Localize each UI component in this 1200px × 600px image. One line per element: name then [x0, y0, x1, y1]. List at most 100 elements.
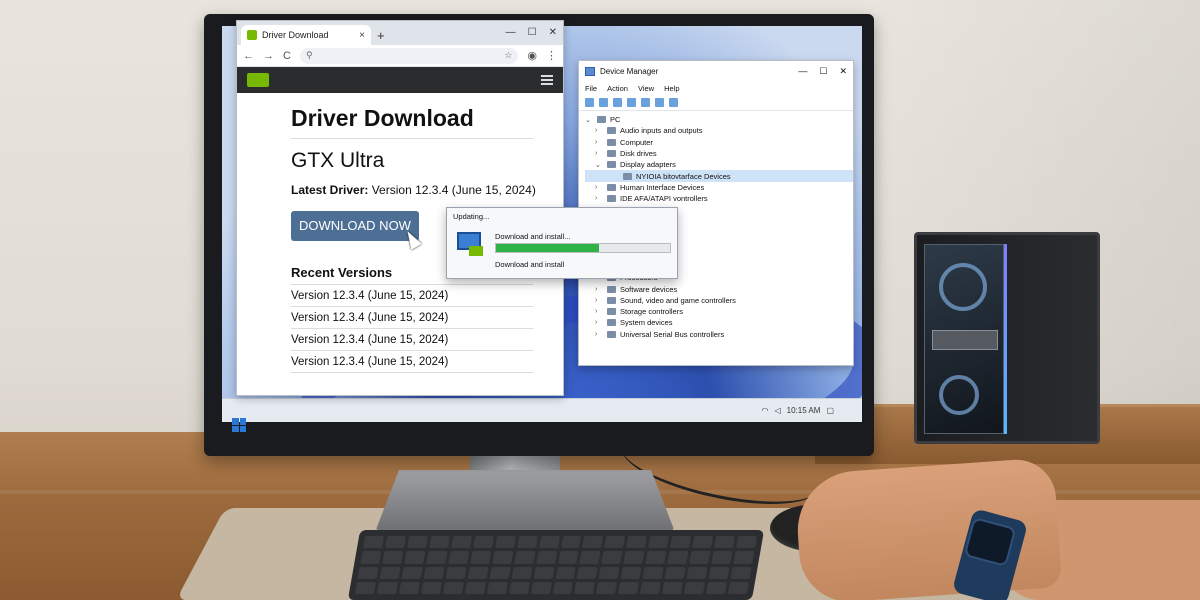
close-button[interactable]: ✕ — [549, 27, 557, 38]
latest-driver-label: Latest Driver: — [291, 183, 369, 197]
gpu-icon — [469, 246, 483, 256]
key — [601, 551, 623, 564]
expand-arrow-icon[interactable]: › — [595, 139, 603, 146]
key — [626, 536, 648, 549]
minimize-button[interactable]: — — [798, 66, 807, 77]
star-icon[interactable]: ☆ — [504, 50, 512, 61]
hamburger-menu-icon[interactable] — [541, 75, 553, 85]
expand-arrow-icon[interactable]: › — [595, 297, 603, 304]
tree-node[interactable]: › IDE AFA/ATAPI vontrollers — [585, 193, 853, 204]
wifi-icon[interactable]: ◠ — [761, 406, 768, 415]
key — [686, 566, 708, 579]
expand-arrow-icon[interactable]: › — [595, 184, 603, 191]
taskbar: ◠ ◁ 10:15 AM ▢ — [222, 398, 862, 422]
collapse-arrow-icon[interactable]: ⌄ — [585, 116, 593, 124]
key — [582, 536, 604, 549]
key — [486, 581, 508, 594]
tab-strip: Driver Download × + — ☐ ✕ — [237, 21, 563, 45]
close-button[interactable]: ✕ — [839, 66, 847, 77]
tree-node[interactable]: › Human Interface Devices — [585, 182, 853, 193]
brand-logo-icon[interactable] — [247, 73, 269, 87]
key — [472, 536, 494, 549]
reload-icon[interactable]: C — [283, 50, 291, 62]
browser-tab[interactable]: Driver Download × — [241, 25, 371, 45]
menu-help[interactable]: Help — [664, 84, 679, 93]
tree-node[interactable]: › Computer — [585, 137, 853, 148]
key — [357, 566, 379, 579]
tab-title: Driver Download — [262, 30, 329, 40]
help-icon[interactable] — [641, 98, 650, 107]
expand-arrow-icon[interactable]: › — [595, 308, 603, 315]
tree-node[interactable]: › Disk drives — [585, 148, 853, 159]
download-now-button[interactable]: DOWNLOAD NOW — [291, 211, 419, 241]
collapse-arrow-icon[interactable]: ⌄ — [595, 161, 603, 169]
key — [557, 551, 579, 564]
latest-driver: Latest Driver: Version 12.3.4 (June 15, … — [291, 183, 563, 197]
key — [398, 581, 420, 594]
menu-view[interactable]: View — [638, 84, 654, 93]
version-row[interactable]: Version 12.3.4 (June 15, 2024) — [291, 307, 533, 329]
key — [404, 551, 426, 564]
photo-scene: ◠ ◁ 10:15 AM ▢ Driver Download × + — ☐ ✕… — [0, 0, 1200, 600]
notification-icon[interactable]: ▢ — [826, 406, 834, 415]
refresh-icon[interactable] — [627, 98, 636, 107]
forward-icon[interactable] — [599, 98, 608, 107]
update-driver-icon[interactable] — [655, 98, 664, 107]
clock[interactable]: 10:15 AM — [787, 406, 821, 415]
tree-node[interactable]: › System devices — [585, 317, 853, 328]
expand-arrow-icon[interactable]: › — [595, 286, 603, 293]
key — [577, 566, 599, 579]
key — [618, 581, 640, 594]
back-icon[interactable] — [585, 98, 594, 107]
start-icon[interactable] — [232, 418, 246, 432]
tree-node-label: Sound, video and game controllers — [620, 295, 736, 305]
expand-arrow-icon[interactable]: › — [595, 319, 603, 326]
key — [692, 536, 714, 549]
tree-node[interactable]: NYIOIA bitovtarface Devices — [585, 170, 853, 182]
key — [360, 551, 382, 564]
version-row[interactable]: Version 12.3.4 (June 15, 2024) — [291, 285, 533, 307]
progress-fill — [496, 244, 599, 252]
url-input[interactable]: ⚲ ☆ — [299, 47, 519, 64]
maximize-button[interactable]: ☐ — [528, 27, 537, 38]
version-row[interactable]: Version 12.3.4 (June 15, 2024) — [291, 329, 533, 351]
expand-arrow-icon[interactable]: › — [595, 195, 603, 202]
new-tab-button[interactable]: + — [377, 28, 385, 45]
key — [642, 566, 664, 579]
back-icon[interactable]: ← — [243, 50, 254, 62]
expand-arrow-icon[interactable]: › — [595, 127, 603, 134]
forward-icon[interactable]: → — [263, 50, 274, 62]
menu-action[interactable]: Action — [607, 84, 628, 93]
expand-arrow-icon[interactable]: › — [595, 331, 603, 338]
key — [727, 581, 750, 594]
profile-icon[interactable]: ◉ — [527, 49, 537, 62]
tree-node[interactable]: › Audio inputs and outputs — [585, 125, 853, 136]
key — [516, 536, 538, 549]
key — [469, 551, 492, 564]
tree-node[interactable]: ⌄ Display adapters — [585, 159, 853, 170]
monitor-stand-base — [375, 470, 675, 532]
minimize-button[interactable]: — — [506, 27, 516, 38]
maximize-button[interactable]: ☐ — [819, 66, 827, 77]
version-row[interactable]: Version 12.3.4 (June 15, 2024) — [291, 351, 533, 373]
tree-node[interactable]: › Storage controllers — [585, 306, 853, 317]
properties-icon[interactable] — [613, 98, 622, 107]
kebab-menu-icon[interactable]: ⋮ — [546, 49, 557, 62]
menu-file[interactable]: File — [585, 84, 597, 93]
device-icon — [607, 150, 616, 158]
close-tab-icon[interactable]: × — [359, 30, 365, 41]
tree-root[interactable]: ⌄ PC — [585, 114, 853, 125]
key — [648, 536, 670, 549]
tree-node[interactable]: › Universal Serial Bus controllers — [585, 329, 853, 340]
device-icon — [607, 138, 616, 146]
monitor-icon[interactable] — [669, 98, 678, 107]
key — [535, 551, 557, 564]
tree-node[interactable]: › Software devices — [585, 283, 853, 294]
tree-node[interactable]: › Sound, video and game controllers — [585, 295, 853, 306]
key — [494, 536, 516, 549]
key — [623, 551, 645, 564]
expand-arrow-icon[interactable]: › — [595, 150, 603, 157]
key — [491, 551, 514, 564]
tree-node-label: Audio inputs and outputs — [620, 126, 703, 136]
speaker-icon[interactable]: ◁ — [774, 406, 780, 415]
